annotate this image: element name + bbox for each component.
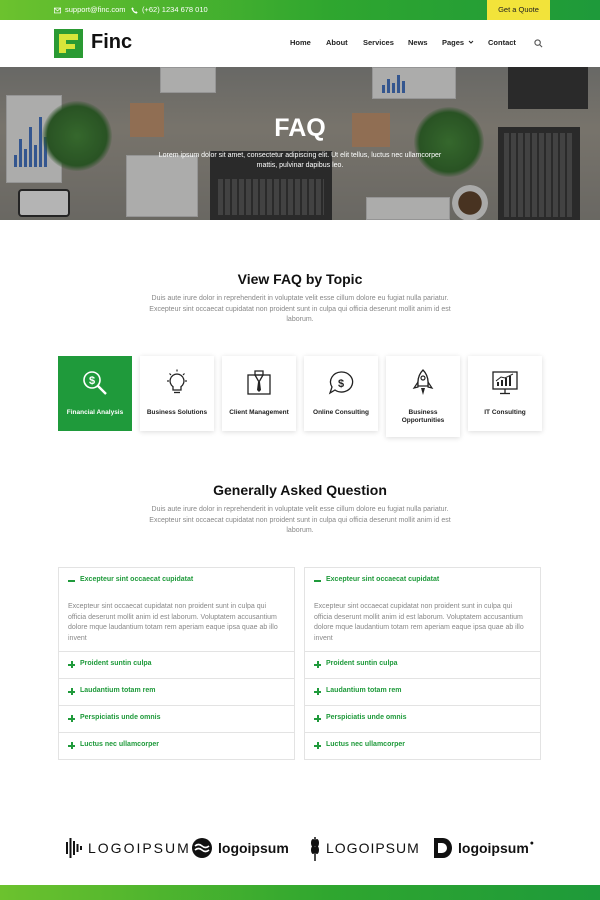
topic-card-label: Online Consulting <box>313 409 369 416</box>
topic-card-online-consulting[interactable]: $ Online Consulting <box>304 356 378 431</box>
topic-card-label: Business Opportunities <box>401 409 445 424</box>
topics-description: Duis aute irure dolor in reprehenderit i… <box>149 295 451 323</box>
faq-answer: Excepteur sint occaecat cupidatat non pr… <box>314 603 524 642</box>
barcode-logo-icon <box>66 838 82 858</box>
faq-item[interactable]: Laudantium totam rem <box>59 678 294 705</box>
hero-overlay <box>0 67 600 220</box>
partner-logo-text: logoipsum <box>218 840 289 856</box>
faq-item[interactable]: Perspiciatis unde omnis <box>305 705 540 732</box>
partner-logo-text: LOGOIPSUM <box>88 840 191 856</box>
svg-text:$: $ <box>338 378 344 390</box>
topic-card-label: Client Management <box>229 409 289 416</box>
hero-title: FAQ <box>274 114 326 142</box>
online-consulting-icon: $ <box>328 371 354 395</box>
hexagon-logo-icon <box>434 838 452 858</box>
faq-question: Proident suntin culpa <box>80 660 152 667</box>
topic-card-client-management[interactable]: Client Management <box>222 356 296 431</box>
faq-question: Perspiciatis unde omnis <box>326 714 407 721</box>
nav-home[interactable]: Home <box>290 38 311 47</box>
faq-title: Generally Asked Question <box>213 482 387 498</box>
faq-question: Excepteur sint occaecat cupidatat <box>80 576 194 583</box>
faq-question: Luctus nec ullamcorper <box>80 741 159 748</box>
get-a-quote-button[interactable]: Get a Quote <box>487 0 550 20</box>
faq-question: Luctus nec ullamcorper <box>326 741 405 748</box>
topic-card-it-consulting[interactable]: IT Consulting <box>468 356 542 431</box>
faq-answer: Excepteur sint occaecat cupidatat non pr… <box>68 603 278 642</box>
financial-analysis-icon: $ <box>83 371 107 395</box>
plus-icon <box>68 715 75 722</box>
topic-card-label: Financial Analysis <box>66 409 124 416</box>
faq-accordion-left: Excepteur sint occaecat cupidatat Except… <box>58 567 295 760</box>
partner-logo-2: logoipsum <box>192 832 289 864</box>
partner-logo-text: logoipsum <box>458 840 529 856</box>
top-phone[interactable]: (+62) 1234 678 010 <box>131 0 208 20</box>
mail-icon <box>54 7 61 13</box>
lightbulb-icon <box>167 369 187 394</box>
partner-logo-1: LOGOIPSUM <box>66 832 191 864</box>
svg-text:$: $ <box>89 375 95 387</box>
faq-item[interactable]: Perspiciatis unde omnis <box>59 705 294 732</box>
top-bar: support@finc.com (+62) 1234 678 010 Get … <box>0 0 600 20</box>
hero-banner <box>0 67 600 220</box>
brand-name[interactable]: Finc <box>91 31 132 54</box>
topic-card-financial-analysis[interactable]: $ Financial Analysis <box>58 356 132 431</box>
nav-pages[interactable]: Pages <box>442 38 474 47</box>
nav-pages-label: Pages <box>442 38 465 47</box>
nav-about[interactable]: About <box>326 38 348 47</box>
minus-icon <box>314 577 321 584</box>
top-phone-text: (+62) 1234 678 010 <box>142 5 208 14</box>
rocket-icon <box>412 369 434 395</box>
plus-icon <box>314 661 321 668</box>
faq-question: Excepteur sint occaecat cupidatat <box>326 576 440 583</box>
faq-item[interactable]: Laudantium totam rem <box>305 678 540 705</box>
faq-item-open[interactable]: Excepteur sint occaecat cupidatat Except… <box>305 568 540 651</box>
waves-logo-icon <box>192 838 212 858</box>
nav-services[interactable]: Services <box>363 38 394 47</box>
partner-logo-text: LOGOIPSUM <box>326 840 420 856</box>
footer-bar <box>0 885 600 900</box>
faq-question: Proident suntin culpa <box>326 660 398 667</box>
phone-icon <box>131 6 138 14</box>
faq-item-open[interactable]: Excepteur sint occaecat cupidatat Except… <box>59 568 294 651</box>
plus-icon <box>68 661 75 668</box>
faq-item[interactable]: Proident suntin culpa <box>305 651 540 678</box>
plus-icon <box>68 742 75 749</box>
nav-contact[interactable]: Contact <box>488 38 516 47</box>
plus-icon <box>314 688 321 695</box>
wheat-logo-icon <box>311 837 319 861</box>
faq-item[interactable]: Luctus nec ullamcorper <box>305 732 540 759</box>
topic-card-label: Business Solutions <box>146 409 208 416</box>
plus-icon <box>314 715 321 722</box>
nav-news[interactable]: News <box>408 38 428 47</box>
minus-icon <box>68 577 75 584</box>
client-management-icon <box>247 370 271 395</box>
chevron-down-icon <box>468 40 474 44</box>
topic-card-business-opportunities[interactable]: Business Opportunities <box>386 356 460 437</box>
faq-question: Perspiciatis unde omnis <box>80 714 161 721</box>
topic-card-label: IT Consulting <box>484 409 526 416</box>
topic-card-business-solutions[interactable]: Business Solutions <box>140 356 214 431</box>
brand-logo-icon[interactable] <box>54 29 83 58</box>
top-email[interactable]: support@finc.com <box>54 0 126 20</box>
registered-mark: ● <box>529 839 535 847</box>
faq-item[interactable]: Luctus nec ullamcorper <box>59 732 294 759</box>
hero-subtitle: Lorem ipsum dolor sit amet, consectetur … <box>158 152 442 169</box>
faq-description: Duis aute irure dolor in reprehenderit i… <box>149 506 451 534</box>
faq-item[interactable]: Proident suntin culpa <box>59 651 294 678</box>
plus-icon <box>314 742 321 749</box>
monitor-chart-icon <box>492 371 518 395</box>
topics-title: View FAQ by Topic <box>237 271 363 287</box>
partner-logo-3: LOGOIPSUM <box>310 832 420 864</box>
partner-logo-4: logoipsum ● <box>432 832 534 864</box>
faq-question: Laudantium totam rem <box>80 687 156 694</box>
plus-icon <box>68 688 75 695</box>
faq-question: Laudantium totam rem <box>326 687 402 694</box>
top-email-text: support@finc.com <box>65 5 126 14</box>
search-icon[interactable] <box>534 39 543 48</box>
faq-accordion-right: Excepteur sint occaecat cupidatat Except… <box>304 567 541 760</box>
